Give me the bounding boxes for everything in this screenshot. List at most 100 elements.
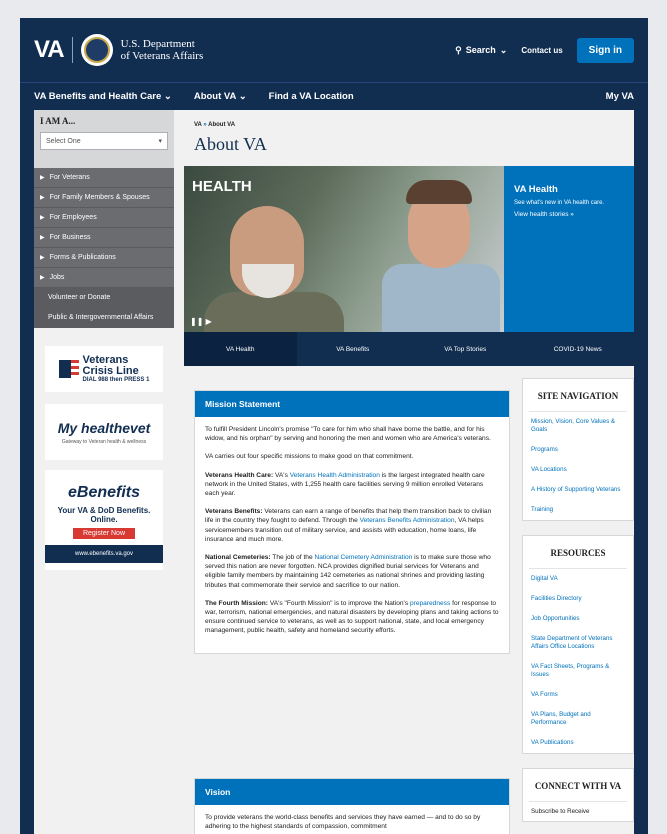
hero-side-text: See what's new in VA health care. <box>514 200 605 206</box>
audience-select[interactable]: Select One ▾ <box>40 132 168 150</box>
select-value: Select One <box>46 137 81 145</box>
site-nav-link[interactable]: Mission, Vision, Core Values & Goals <box>523 412 633 440</box>
ebenefits-logo: eBenefits <box>67 483 141 501</box>
connect-text: Subscribe to Receive <box>531 808 590 815</box>
caret-right-icon: ▶ <box>40 255 45 261</box>
menu-item-business[interactable]: ▶ For Business <box>34 228 174 248</box>
pause-icon[interactable]: ❚❚ <box>190 317 203 326</box>
ebenefits-banner[interactable]: eBenefits Your VA & DoD Benefits. Online… <box>45 470 163 570</box>
contact-us-link[interactable]: Contact us <box>521 46 562 55</box>
nav-about[interactable]: About VA ⌄ <box>194 91 247 102</box>
mission-p1: To fulfill President Lincoln's promise "… <box>205 426 491 443</box>
caret-right-icon: ▶ <box>40 235 45 241</box>
breadcrumb-home[interactable]: VA <box>194 122 202 128</box>
mission-body: To fulfill President Lincoln's promise "… <box>195 417 509 653</box>
crisis-line-dial: DIAL 988 then PRESS 1 <box>82 377 150 383</box>
va-logo[interactable]: VA <box>34 36 65 64</box>
resource-link[interactable]: State Department of Veterans Affairs Off… <box>523 629 633 657</box>
nav-my-va[interactable]: My VA <box>606 91 634 102</box>
va-seal-icon <box>80 34 113 66</box>
nav-benefits[interactable]: VA Benefits and Health Care ⌄ <box>34 91 172 102</box>
myhealthevet-logo: My healthevet <box>57 419 151 436</box>
hero-tabs: VA Health VA Benefits VA Top Stories COV… <box>184 332 634 366</box>
site-nav-link[interactable]: Training <box>523 500 633 520</box>
resources-box: RESOURCES Digital VA Facilities Director… <box>522 535 634 754</box>
connect-box: CONNECT WITH VA Subscribe to Receive <box>522 768 634 822</box>
resources-title: RESOURCES <box>529 536 627 569</box>
vba-link[interactable]: Veterans Benefits Administration <box>360 517 455 524</box>
play-icon[interactable]: ▶ <box>206 317 212 326</box>
search-icon: ⚲ <box>455 44 462 55</box>
hero-image[interactable]: HEALTH ❚❚ ▶ <box>184 166 504 332</box>
breadcrumb-current: About VA <box>208 122 236 128</box>
hero-side-link[interactable]: View health stories » <box>514 211 632 218</box>
vision-heading: Vision <box>195 779 509 805</box>
carousel-controls[interactable]: ❚❚ ▶ <box>190 317 212 326</box>
crisis-line-banner[interactable]: Veterans Crisis Line DIAL 988 then PRESS… <box>45 346 163 392</box>
resource-link[interactable]: Job Opportunities <box>523 609 633 629</box>
ebenefits-url: www.ebenefits.va.gov <box>45 544 163 563</box>
mission-statement-card: Mission Statement To fulfill President L… <box>194 390 510 654</box>
menu-item-forms[interactable]: ▶ Forms & Publications <box>34 248 174 268</box>
preparedness-link[interactable]: preparedness <box>410 600 450 607</box>
site-nav-link[interactable]: A History of Supporting Veterans <box>523 480 633 500</box>
register-now-button[interactable]: Register Now <box>72 527 135 539</box>
breadcrumb: VA » About VA <box>194 122 634 128</box>
flag-icon <box>58 360 79 378</box>
breadcrumb-separator: » <box>203 122 207 128</box>
tab-va-top-stories[interactable]: VA Top Stories <box>409 332 522 366</box>
i-am-a-title: I AM A... <box>40 116 76 126</box>
left-sidebar: I AM A... Select One ▾ ▶ For Veterans ▶ Fo… <box>34 110 174 834</box>
mission-heading: Mission Statement <box>195 391 509 417</box>
caret-right-icon: ▶ <box>40 275 45 281</box>
mission-health: Veterans Health Care: VA's Veterans Heal… <box>205 471 485 498</box>
resource-link[interactable]: Digital VA <box>523 569 633 589</box>
sign-in-button[interactable]: Sign in <box>576 37 634 63</box>
mission-cemeteries: National Cemeteries: The job of the Nati… <box>205 554 491 589</box>
search-button[interactable]: ⚲ Search ⌄ <box>455 45 507 56</box>
crisis-line-title2: Crisis Line <box>82 365 139 377</box>
myhealthevet-banner[interactable]: My healthevet Gateway to Veteran health … <box>45 404 163 460</box>
site-nav-link[interactable]: VA Locations <box>523 460 633 480</box>
site-navigation-title: SITE NAVIGATION <box>529 379 627 412</box>
vha-link[interactable]: Veterans Health Administration <box>290 472 380 479</box>
hero-side-panel: VA Health See what's new in VA health ca… <box>514 184 632 218</box>
menu-item-family[interactable]: ▶ For Family Members & Spouses <box>34 188 174 208</box>
resource-link[interactable]: Facilities Directory <box>523 589 633 609</box>
logo-divider <box>71 37 73 63</box>
resource-link[interactable]: VA Plans, Budget and Performance <box>523 705 633 733</box>
chevron-down-icon: ⌄ <box>499 44 508 55</box>
page-title: About VA <box>194 134 267 154</box>
myhealthevet-tagline: Gateway to Veteran health & wellness <box>61 438 147 445</box>
department-name: U.S. Department of Veterans Affairs <box>121 38 204 62</box>
audience-menu: ▶ For Veterans ▶ For Family Members & Spou… <box>34 168 174 328</box>
vision-p1: To provide veterans the world-class bene… <box>205 814 481 831</box>
resource-link[interactable]: VA Forms <box>523 685 633 705</box>
hero-carousel: HEALTH ❚❚ ▶ VA Health See what's new in … <box>184 166 634 332</box>
site-header: VA U.S. Department of Veterans Affairs ⚲… <box>20 18 648 82</box>
menu-item-veterans[interactable]: ▶ For Veterans <box>34 168 174 188</box>
search-label: Search <box>465 45 496 55</box>
i-am-a-box: I AM A... Select One ▾ <box>34 110 174 168</box>
chevron-down-icon: ⌄ <box>163 91 172 102</box>
menu-item-employees[interactable]: ▶ For Employees <box>34 208 174 228</box>
chevron-down-icon: ⌄ <box>238 91 247 102</box>
hero-label: HEALTH <box>192 178 252 195</box>
menu-item-jobs[interactable]: ▶ Jobs <box>34 268 174 288</box>
mission-p2: VA carries out four specific missions to… <box>205 453 414 461</box>
vision-body: To provide veterans the world-class bene… <box>195 805 509 834</box>
menu-item-public-affairs[interactable]: Public & Intergovernmental Affairs <box>34 308 174 328</box>
resource-link[interactable]: VA Fact Sheets, Programs & Issues <box>523 657 633 685</box>
right-sidebar: SITE NAVIGATION Mission, Vision, Core Va… <box>522 378 634 834</box>
menu-item-volunteer[interactable]: Volunteer or Donate <box>34 288 174 308</box>
vision-card: Vision To provide veterans the world-cla… <box>194 778 510 834</box>
site-nav-link[interactable]: Programs <box>523 440 633 460</box>
resource-link[interactable]: VA Publications <box>523 733 633 753</box>
page-content: I AM A... Select One ▾ ▶ For Veterans ▶ Fo… <box>34 110 634 834</box>
tab-va-health[interactable]: VA Health <box>184 332 297 366</box>
nav-find-location[interactable]: Find a VA Location <box>269 91 354 102</box>
nca-link[interactable]: National Cemetery Administration <box>314 554 412 561</box>
mission-benefits: Veterans Benefits: Veterans can earn a r… <box>205 508 492 543</box>
tab-covid-news[interactable]: COVID-19 News <box>522 332 635 366</box>
tab-va-benefits[interactable]: VA Benefits <box>297 332 410 366</box>
